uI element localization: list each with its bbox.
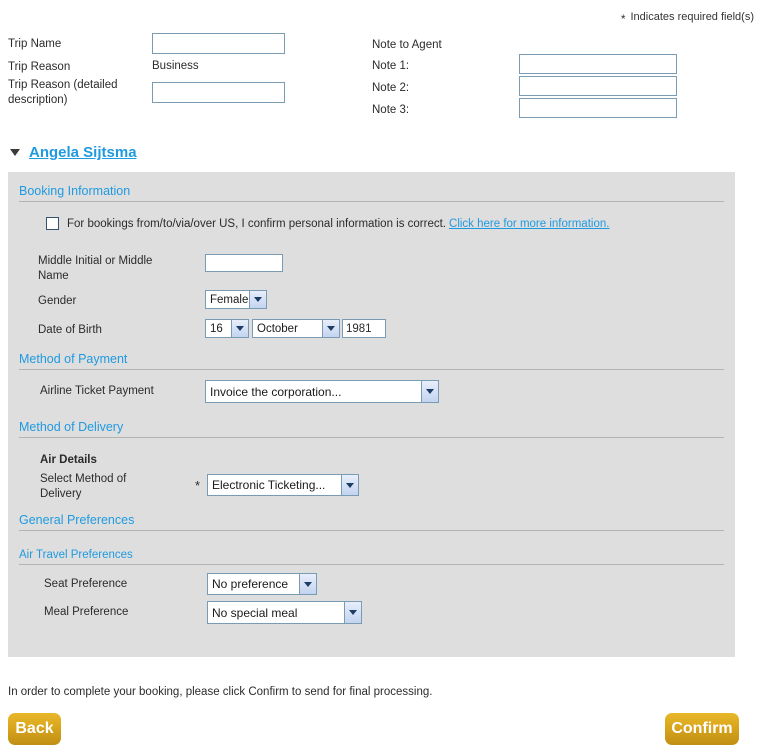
delivery-required-asterisk: *: [195, 478, 201, 493]
more-information-link[interactable]: Click here for more information.: [449, 218, 609, 230]
airline-ticket-payment-value: Invoice the corporation...: [210, 384, 342, 399]
chevron-down-icon[interactable]: [421, 381, 438, 402]
confirm-button[interactable]: Confirm: [665, 713, 739, 745]
section-title-general-preferences: General Preferences: [19, 513, 135, 527]
delivery-method-label: Select Method of Delivery: [40, 473, 127, 500]
chevron-down-icon[interactable]: [249, 291, 266, 308]
section-title-booking-information: Booking Information: [19, 184, 131, 198]
back-button[interactable]: Back: [8, 713, 61, 745]
section-divider: [19, 201, 724, 202]
middle-name-label: Middle Initial or Middle Name: [38, 255, 153, 282]
date-of-birth-label: Date of Birth: [38, 324, 102, 336]
traveler-disclosure-row[interactable]: Angela Sijtsma: [10, 144, 137, 161]
section-divider: [19, 564, 724, 565]
section-title-method-of-payment: Method of Payment: [19, 352, 128, 366]
section-divider: [19, 437, 724, 438]
required-note-label: Indicates required field(s): [630, 11, 754, 23]
airline-ticket-payment-label: Airline Ticket Payment: [40, 385, 154, 397]
meal-preference-select[interactable]: No special meal: [207, 601, 362, 624]
trip-name-input[interactable]: [152, 33, 285, 54]
delivery-method-select[interactable]: Electronic Ticketing...: [207, 474, 359, 496]
note-1-input[interactable]: [519, 54, 677, 74]
seat-preference-label: Seat Preference: [44, 578, 128, 590]
meal-preference-label: Meal Preference: [44, 606, 129, 618]
chevron-down-icon[interactable]: [344, 602, 361, 623]
required-asterisk: *: [620, 12, 626, 26]
section-method-of-delivery: Method of Delivery: [19, 420, 724, 438]
required-fields-note: * Indicates required field(s): [620, 11, 754, 26]
section-booking-information: Booking Information: [19, 184, 724, 202]
dob-day-value: 16: [210, 322, 223, 335]
note-to-agent-heading: Note to Agent: [372, 39, 442, 51]
closing-note: In order to complete your booking, pleas…: [8, 686, 433, 698]
gender-select[interactable]: Female: [205, 290, 267, 309]
trip-name-label: Trip Name: [8, 38, 62, 50]
dob-month-value: October: [257, 322, 298, 335]
trip-reason-detail-label: Trip Reason (detailed description): [8, 79, 118, 106]
chevron-down-icon[interactable]: [322, 320, 339, 337]
note-1-label: Note 1:: [372, 60, 410, 72]
trip-reason-label: Trip Reason: [8, 61, 71, 73]
section-title-method-of-delivery: Method of Delivery: [19, 420, 124, 434]
section-title-air-travel-preferences: Air Travel Preferences: [19, 549, 133, 561]
note-2-input[interactable]: [519, 76, 677, 96]
trip-reason-value: Business: [152, 60, 199, 72]
meal-preference-value: No special meal: [212, 605, 298, 620]
booking-panel: Booking Information For bookings from/to…: [8, 172, 735, 657]
dob-year-input[interactable]: [342, 319, 386, 338]
dob-day-select[interactable]: 16: [205, 319, 249, 338]
confirm-personal-info-checkbox[interactable]: [46, 217, 59, 230]
seat-preference-value: No preference: [212, 577, 289, 591]
airline-ticket-payment-select[interactable]: Invoice the corporation...: [205, 380, 439, 403]
gender-select-value: Female: [210, 293, 249, 306]
section-air-travel-preferences: Air Travel Preferences: [19, 549, 724, 565]
note-2-label: Note 2:: [372, 82, 410, 94]
chevron-down-icon[interactable]: [341, 475, 358, 495]
chevron-down-icon[interactable]: [231, 320, 248, 337]
trip-reason-detail-input[interactable]: [152, 82, 285, 103]
dob-month-select[interactable]: October: [252, 319, 340, 338]
chevron-down-icon[interactable]: [299, 574, 316, 594]
gender-label: Gender: [38, 295, 77, 307]
air-details-label: Air Details: [40, 454, 97, 466]
section-divider: [19, 530, 724, 531]
confirm-personal-info-label: For bookings from/to/via/over US, I conf…: [67, 217, 447, 230]
section-general-preferences: General Preferences: [19, 513, 724, 531]
seat-preference-select[interactable]: No preference: [207, 573, 317, 595]
triangle-down-icon[interactable]: [10, 149, 20, 156]
note-3-label: Note 3:: [372, 104, 410, 116]
confirm-personal-info-row[interactable]: For bookings from/to/via/over US, I conf…: [46, 217, 609, 230]
delivery-method-value: Electronic Ticketing...: [212, 478, 326, 492]
note-3-input[interactable]: [519, 98, 677, 118]
middle-name-input[interactable]: [205, 254, 283, 272]
section-method-of-payment: Method of Payment: [19, 352, 724, 370]
traveler-name-link[interactable]: Angela Sijtsma: [29, 144, 137, 161]
section-divider: [19, 369, 724, 370]
